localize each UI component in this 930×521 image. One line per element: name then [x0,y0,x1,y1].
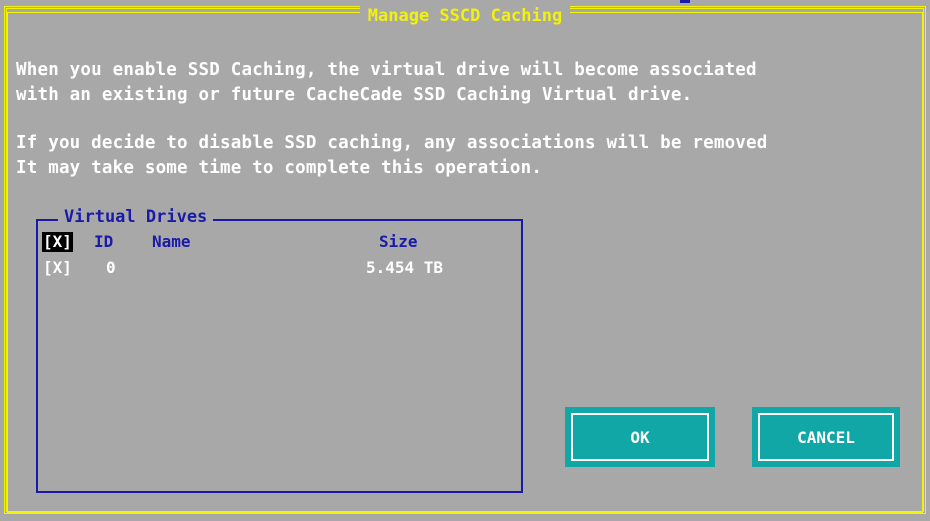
virtual-drives-title: Virtual Drives [58,206,214,228]
manage-sscd-caching-dialog: Manage SSCD Caching When you enable SSD … [0,0,930,521]
dialog-title: Manage SSCD Caching [359,6,571,26]
top-edge-mark [680,0,690,3]
column-header-name: Name [152,232,191,251]
column-header-id: ID [94,232,114,251]
ok-button-inner-border: OK [571,413,709,461]
ok-button[interactable]: OK [565,407,715,467]
ok-button-label: OK [630,427,650,447]
message-line-3: If you decide to disable SSD caching, an… [16,133,768,153]
cancel-button[interactable]: CANCEL [752,407,900,467]
message-line-2: with an existing or future CacheCade SSD… [16,85,693,105]
select-all-checkbox[interactable]: [X] [42,232,73,252]
cancel-button-inner-border: CANCEL [758,413,894,461]
row-size: 5.454 TB [366,258,444,277]
row-checkbox[interactable]: [X] [43,258,72,278]
dialog-title-bar: Manage SSCD Caching [0,5,930,27]
message-line-1: When you enable SSD Caching, the virtual… [16,60,757,80]
column-header-size: Size [379,232,418,251]
row-id: 0 [106,258,116,277]
message-line-4: It may take some time to complete this o… [16,158,543,178]
cancel-button-label: CANCEL [797,427,855,447]
